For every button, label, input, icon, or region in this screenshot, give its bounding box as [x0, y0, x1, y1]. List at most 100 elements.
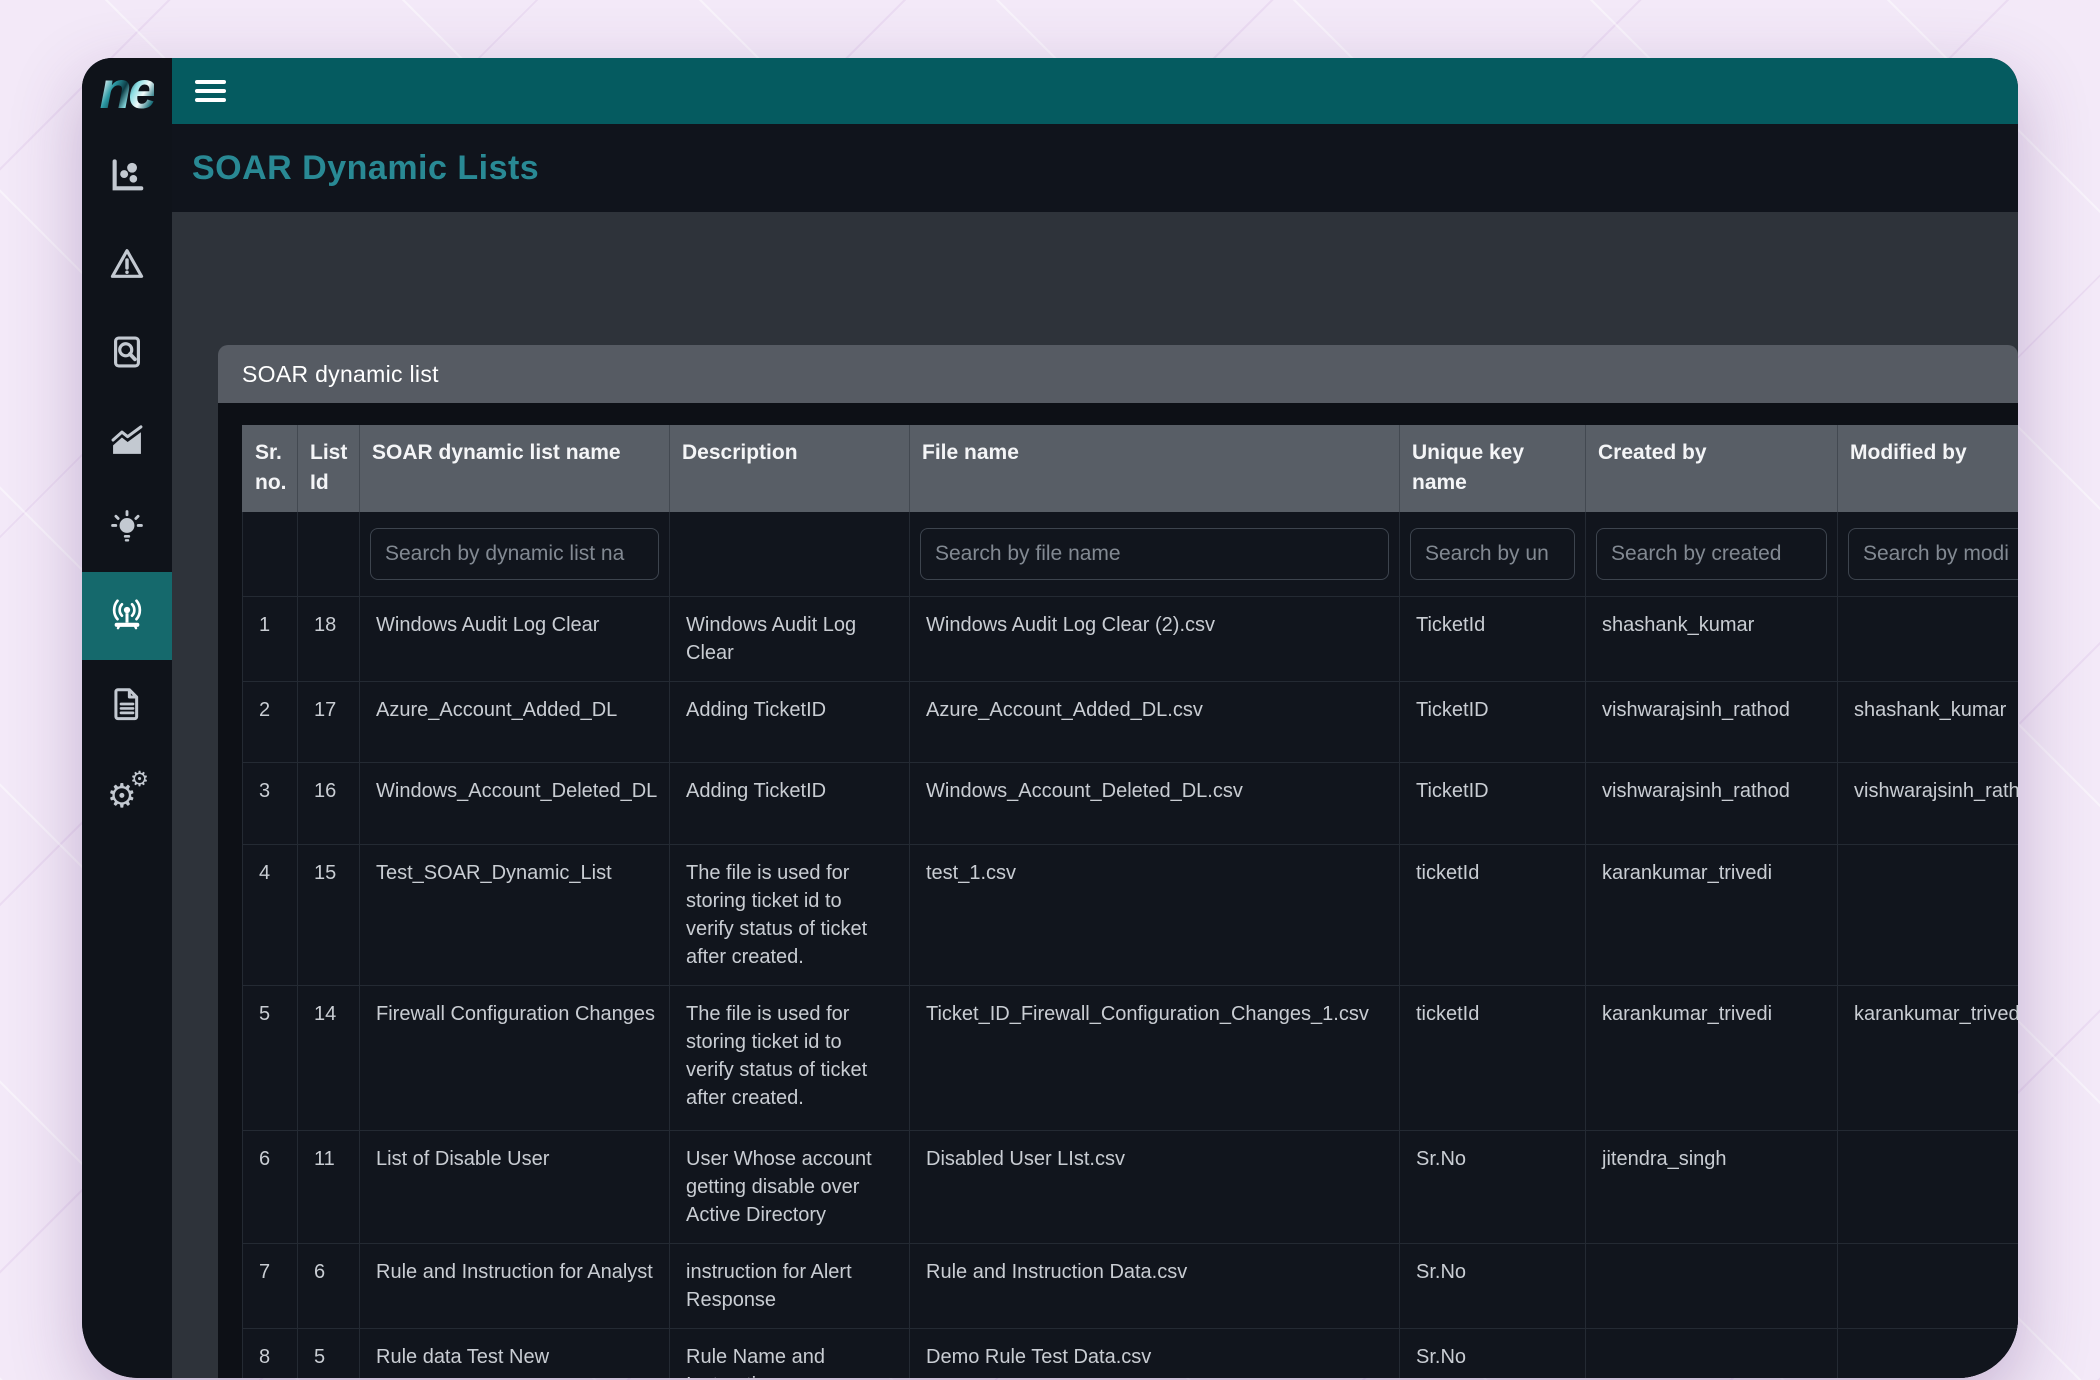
cell-unique-key: TicketId — [1400, 597, 1586, 681]
column-header-unique-key: Unique key name — [1400, 425, 1586, 512]
broadcast-icon — [108, 597, 146, 635]
cell-sr-no: 4 — [242, 845, 298, 985]
cell-sr-no: 5 — [242, 986, 298, 1130]
cell-created-by: vishwarajsinh_rathod — [1586, 682, 1838, 762]
column-header-file-name: File name — [910, 425, 1400, 512]
cell-unique-key: Sr.No — [1400, 1244, 1586, 1328]
cell-list-id: 15 — [298, 845, 360, 985]
app-logo[interactable]: ne — [82, 58, 172, 124]
cell-file-name: Ticket_ID_Firewall_Configuration_Changes… — [910, 986, 1400, 1130]
cell-sr-no: 8 — [242, 1329, 298, 1378]
table-row-6: 611List of Disable UserUser Whose accoun… — [242, 1131, 2018, 1244]
sidebar-item-investigation[interactable] — [82, 308, 172, 396]
bubble-chart-icon — [108, 157, 146, 195]
cell-modified-by — [1838, 845, 2018, 985]
table-row-7: 76Rule and Instruction for Analystinstru… — [242, 1244, 2018, 1329]
cell-file-name: Azure_Account_Added_DL.csv — [910, 682, 1400, 762]
cell-list-id: 17 — [298, 682, 360, 762]
filter-cell-list-id — [298, 512, 360, 596]
cell-list-name: Rule and Instruction for Analyst — [360, 1244, 670, 1328]
filter-cell-list-name — [360, 512, 670, 596]
filter-cell-sr-no — [242, 512, 298, 596]
table-header-row: Sr. no.List IdSOAR dynamic list nameDesc… — [242, 425, 2018, 512]
sidebar: ⚙ ⚙ — [82, 124, 172, 1378]
search-list-name-input[interactable] — [370, 528, 659, 580]
cell-list-name: Test_SOAR_Dynamic_List — [360, 845, 670, 985]
sidebar-item-dashboard[interactable] — [82, 132, 172, 220]
cell-modified-by: karankumar_trivedi — [1838, 986, 2018, 1130]
table-row-1: 118Windows Audit Log ClearWindows Audit … — [242, 597, 2018, 682]
cell-description: User Whose account getting disable over … — [670, 1131, 910, 1243]
sidebar-item-insights[interactable] — [82, 484, 172, 572]
cell-created-by: karankumar_trivedi — [1586, 845, 1838, 985]
column-header-list-id: List Id — [298, 425, 360, 512]
sidebar-item-alerts[interactable] — [82, 220, 172, 308]
document-search-icon — [108, 333, 146, 371]
column-header-sr-no: Sr. no. — [242, 425, 298, 512]
cell-modified-by: vishwarajsinh_rathod — [1838, 763, 2018, 844]
search-modified-by-input[interactable] — [1848, 528, 2018, 580]
cell-list-name: Firewall Configuration Changes — [360, 986, 670, 1130]
search-unique-key-input[interactable] — [1410, 528, 1575, 580]
search-created-by-input[interactable] — [1596, 528, 1827, 580]
cell-list-id: 14 — [298, 986, 360, 1130]
file-icon — [108, 685, 146, 723]
logo-text: ne — [100, 65, 155, 117]
cell-modified-by — [1838, 1131, 2018, 1243]
sidebar-item-soar-active[interactable] — [82, 572, 172, 660]
cell-description: Rule Name and Instruction — [670, 1329, 910, 1378]
search-file-name-input[interactable] — [920, 528, 1389, 580]
sidebar-item-settings[interactable]: ⚙ ⚙ — [82, 748, 172, 836]
cell-sr-no: 1 — [242, 597, 298, 681]
cell-created-by: shashank_kumar — [1586, 597, 1838, 681]
cell-modified-by — [1838, 597, 2018, 681]
sidebar-item-analytics[interactable] — [82, 396, 172, 484]
page-header: SOAR Dynamic Lists — [172, 124, 2018, 212]
cell-unique-key: ticketId — [1400, 986, 1586, 1130]
cell-list-id: 5 — [298, 1329, 360, 1378]
column-header-description: Description — [670, 425, 910, 512]
cell-description: instruction for Alert Response — [670, 1244, 910, 1328]
cell-list-id: 6 — [298, 1244, 360, 1328]
cell-list-id: 18 — [298, 597, 360, 681]
cell-list-id: 11 — [298, 1131, 360, 1243]
column-header-created-by: Created by — [1586, 425, 1838, 512]
cell-file-name: Disabled User LIst.csv — [910, 1131, 1400, 1243]
cell-unique-key: Sr.No — [1400, 1329, 1586, 1378]
menu-button[interactable] — [195, 80, 226, 102]
filter-cell-modified-by — [1838, 512, 2018, 596]
cell-description: Adding TicketID — [670, 763, 910, 844]
desktop-background: ne — [0, 0, 2100, 1380]
app-bar — [172, 58, 2018, 124]
column-header-modified-by: Modified by — [1838, 425, 2018, 512]
cell-file-name: Windows Audit Log Clear (2).csv — [910, 597, 1400, 681]
cell-description: The file is used for storing ticket id t… — [670, 845, 910, 985]
cell-file-name: Rule and Instruction Data.csv — [910, 1244, 1400, 1328]
cell-list-name: List of Disable User — [360, 1131, 670, 1243]
card-body: Sr. no.List IdSOAR dynamic list nameDesc… — [218, 403, 2018, 1378]
cell-list-name: Windows_Account_Deleted_DL — [360, 763, 670, 844]
table-row-4: 415Test_SOAR_Dynamic_ListThe file is use… — [242, 845, 2018, 986]
filter-cell-description — [670, 512, 910, 596]
table-row-3: 316Windows_Account_Deleted_DLAdding Tick… — [242, 763, 2018, 845]
cell-unique-key: Sr.No — [1400, 1131, 1586, 1243]
cell-sr-no: 7 — [242, 1244, 298, 1328]
table-row-5: 514Firewall Configuration ChangesThe fil… — [242, 986, 2018, 1131]
cell-modified-by — [1838, 1244, 2018, 1328]
table-row-8: 85Rule data Test NewRule Name and Instru… — [242, 1329, 2018, 1378]
cell-file-name: Demo Rule Test Data.csv — [910, 1329, 1400, 1378]
sidebar-item-reports[interactable] — [82, 660, 172, 748]
column-header-list-name: SOAR dynamic list name — [360, 425, 670, 512]
cell-list-name: Azure_Account_Added_DL — [360, 682, 670, 762]
cell-modified-by: shashank_kumar — [1838, 682, 2018, 762]
cell-created-by: jitendra_singh — [1586, 1131, 1838, 1243]
card-title: SOAR dynamic list — [218, 345, 2018, 403]
cell-unique-key: TicketID — [1400, 682, 1586, 762]
cell-created-by: vishwarajsinh_rathod — [1586, 763, 1838, 844]
cell-list-id: 16 — [298, 763, 360, 844]
bulb-icon — [108, 509, 146, 547]
area-chart-icon — [108, 421, 146, 459]
filter-cell-unique-key — [1400, 512, 1586, 596]
cell-sr-no: 6 — [242, 1131, 298, 1243]
filter-cell-file-name — [910, 512, 1400, 596]
